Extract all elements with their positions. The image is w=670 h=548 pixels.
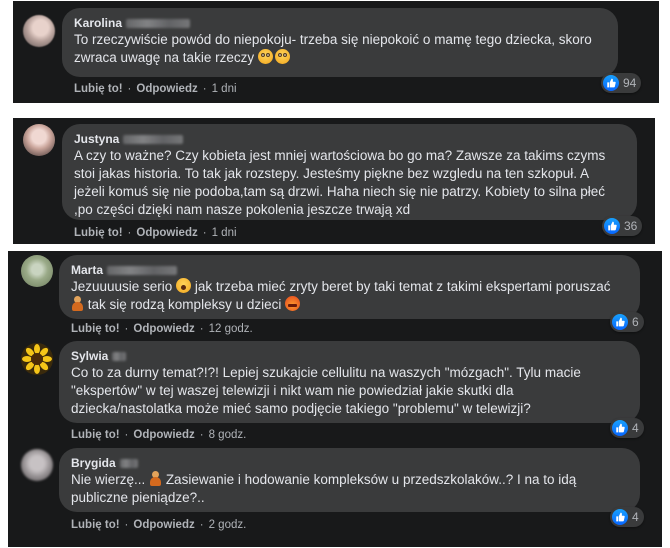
separator: · [124,323,129,335]
reaction-count: 4 [632,421,639,435]
sunflower-icon [21,343,53,375]
author-name[interactable]: Karolina [74,16,122,30]
comment-line: dziecka/nastolatka może mieć samo podjęc… [71,401,531,416]
author-name[interactable]: Brygida [71,456,116,470]
thumbs-up-icon [612,314,628,330]
separator: · [199,519,204,531]
thumbs-up-icon [603,75,619,91]
reaction-count: 4 [632,510,639,524]
comment-text-segment: Jezuuuusie serio [71,279,173,294]
redacted-surname [107,265,178,275]
reply-button[interactable]: Odpowiedz [133,323,194,335]
reaction-summary[interactable]: 6 [610,312,644,332]
reply-button[interactable]: Odpowiedz [133,429,194,441]
comment-actions: Lubię to! · Odpowiedz · 12 godz. [71,323,253,335]
like-button[interactable]: Lubię to! [71,429,120,441]
like-button[interactable]: Lubię to! [71,519,120,531]
avatar[interactable] [23,15,55,47]
avatar[interactable] [23,124,55,156]
comment-bubble: Marta Jezuuuusie serio jak trzeba mieć z… [59,255,640,319]
comment-line: stoi jakas historia. To tak jak rozstepy… [74,166,590,181]
comment-bubble: Sylwia Co to za durny temat?!?! Lepiej s… [59,341,640,423]
comment-actions: Lubię to! · Odpowiedz · 2 godz. [71,519,246,531]
comment-panel-1: Karolina To rzeczywiście powód do niepok… [13,1,659,103]
reaction-count: 94 [623,76,637,90]
comment-text: Co to za durny temat?!?! Lepiej szukajci… [71,364,628,418]
comment-line: jeżeli komuś się nie podoba,tam są drzwi… [74,184,606,199]
avatar[interactable] [21,255,53,287]
timestamp[interactable]: 1 dni [212,227,237,239]
separator: · [124,519,129,531]
separator: · [199,429,204,441]
timestamp[interactable]: 12 godz. [209,323,253,335]
comment-panel-2: Justyna A czy to ważne? Czy kobieta jest… [13,118,655,244]
redacted-surname [112,351,127,361]
comment-bubble: Justyna A czy to ważne? Czy kobieta jest… [62,124,637,220]
avatar[interactable] [21,449,53,481]
like-button[interactable]: Lubię to! [71,323,120,335]
timestamp[interactable]: 8 godz. [209,429,247,441]
comment-line: To rzeczywiście powód do niepokoju- trze… [74,32,592,47]
comment-text-segment: Zasiewanie i hodowanie kompleksów u prze… [165,472,577,487]
reaction-summary[interactable]: 36 [602,216,643,236]
person-emoji [71,296,84,311]
timestamp[interactable]: 2 godz. [209,519,247,531]
reaction-summary[interactable]: 4 [610,418,644,438]
comment-bubble: Brygida Nie wierzę... Zasiewanie i hodow… [59,448,640,512]
separator: · [127,83,132,95]
reaction-summary[interactable]: 4 [610,507,644,527]
comment-text: Nie wierzę... Zasiewanie i hodowanie kom… [71,471,628,507]
comment-line: "ekspertów" w tej waszej telewizji i nik… [71,383,514,398]
separator: · [199,323,204,335]
redacted-surname [119,458,138,468]
thumbs-up-icon [612,509,628,525]
reaction-count: 6 [632,315,639,329]
comment-line: A czy to ważne? Czy kobieta jest mniej w… [74,148,606,163]
comment-actions: Lubię to! · Odpowiedz · 1 dni [74,227,237,239]
comment-line: ,po części dzięki nam nasze pokolenia je… [74,202,411,217]
comment-actions: Lubię to! · Odpowiedz · 8 godz. [71,429,246,441]
comment-actions: Lubię to! · Odpowiedz · 1 dni [74,83,237,95]
redacted-surname [126,18,191,28]
comment-line: zwraca uwagę na takie rzeczy [74,50,255,65]
reply-button[interactable]: Odpowiedz [136,83,197,95]
separator: · [124,429,129,441]
comment-panel-3: Marta Jezuuuusie serio jak trzeba mieć z… [8,251,662,547]
avatar[interactable] [21,343,53,375]
redacted-surname [123,134,184,144]
comment-text-segment: jak trzeba mieć zryty beret by taki tema… [194,279,611,294]
like-button[interactable]: Lubię to! [74,83,123,95]
reply-button[interactable]: Odpowiedz [136,227,197,239]
astonished-face-emoji [176,278,192,293]
comment-text-segment: Nie wierzę... [71,472,146,487]
separator: · [202,227,207,239]
comment-text: A czy to ważne? Czy kobieta jest mniej w… [74,147,625,219]
reaction-count: 36 [624,219,638,233]
comment-text: To rzeczywiście powód do niepokoju- trze… [74,31,606,67]
flushed-face-emoji [257,49,273,64]
thumbs-up-icon [604,218,620,234]
separator: · [127,227,132,239]
reaction-summary[interactable]: 94 [601,73,642,93]
thumbs-up-icon [612,420,628,436]
separator: · [202,83,207,95]
comment-text-segment: tak się rodzą kompleksy u dzieci [87,297,282,312]
angry-face-emoji [285,296,301,311]
comment-line: publiczne pieniądze?.. [71,490,205,505]
author-name[interactable]: Justyna [74,132,119,146]
person-emoji [149,471,162,486]
comment-bubble: Karolina To rzeczywiście powód do niepok… [62,8,618,77]
like-button[interactable]: Lubię to! [74,227,123,239]
author-name[interactable]: Marta [71,263,103,277]
comment-line: Co to za durny temat?!?! Lepiej szukajci… [71,365,581,380]
reply-button[interactable]: Odpowiedz [133,519,194,531]
timestamp[interactable]: 1 dni [212,83,237,95]
flushed-face-emoji [274,49,290,64]
author-name[interactable]: Sylwia [71,349,108,363]
comment-text: Jezuuuusie serio jak trzeba mieć zryty b… [71,278,628,314]
